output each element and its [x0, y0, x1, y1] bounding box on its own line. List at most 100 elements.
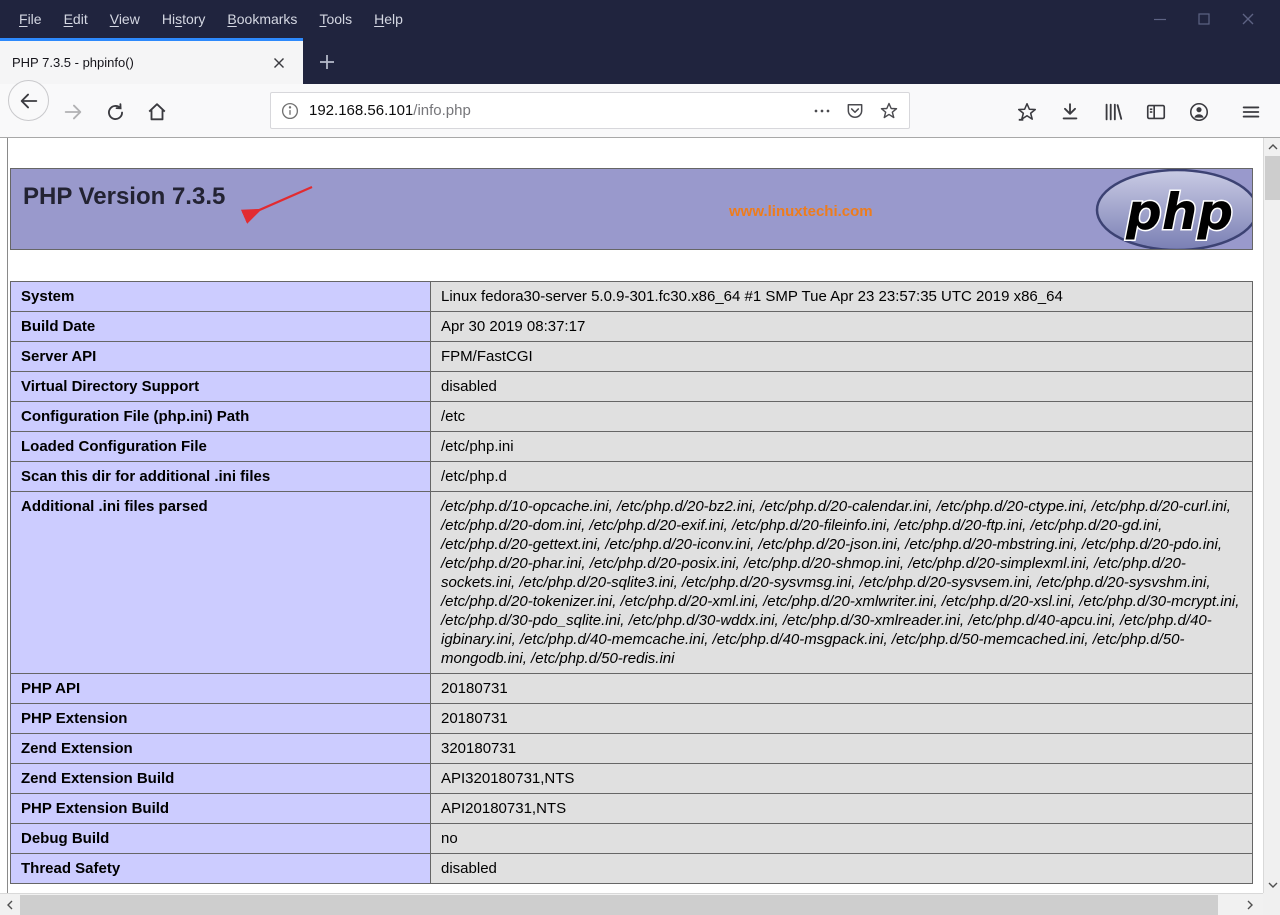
back-button[interactable]: [8, 80, 49, 121]
chevron-down-icon: [1268, 882, 1277, 888]
library-icon[interactable]: [1100, 99, 1126, 125]
info-value-cell: API320180731,NTS: [430, 763, 1253, 794]
new-tab-button[interactable]: [308, 46, 346, 78]
vertical-scrollbar-thumb[interactable]: [1265, 156, 1280, 200]
info-value-cell: disabled: [430, 371, 1253, 402]
reload-button[interactable]: [102, 99, 128, 125]
table-row: Zend Extension Build API320180731,NTS: [10, 763, 1253, 794]
bookmark-star-icon[interactable]: [879, 101, 899, 121]
watermark-text: www.linuxtechi.com: [729, 203, 873, 220]
info-value-cell: 20180731: [430, 673, 1253, 704]
php-info-table-body: System Linux fedora30-server 5.0.9-301.f…: [10, 281, 1253, 884]
table-row: PHP API 20180731: [10, 673, 1253, 704]
horizontal-scrollbar[interactable]: [0, 893, 1263, 915]
scrollbar-corner: [1263, 893, 1280, 915]
home-icon: [146, 101, 168, 123]
table-row: Scan this dir for additional .ini files …: [10, 461, 1253, 492]
info-value-cell: Apr 30 2019 08:37:17: [430, 311, 1253, 342]
tab-close-button[interactable]: [267, 51, 291, 75]
info-value-cell: /etc/php.d: [430, 461, 1253, 492]
scroll-left-button[interactable]: [0, 894, 20, 915]
chevron-left-icon: [7, 900, 13, 910]
minimize-icon: [1153, 12, 1167, 26]
scroll-up-button[interactable]: [1264, 138, 1280, 155]
info-label-cell: PHP Extension Build: [10, 793, 431, 824]
window-titlebar: File Edit View History Bookmarks Tools Help: [0, 0, 1280, 38]
info-label-cell: Zend Extension: [10, 733, 431, 764]
downloads-icon[interactable]: [1057, 99, 1083, 125]
info-label-cell: Additional .ini files parsed: [10, 491, 431, 674]
navigation-toolbar: 192.168.56.101/info.php: [0, 80, 1280, 138]
maximize-button[interactable]: [1182, 4, 1226, 34]
annotation-arrow: [240, 185, 313, 224]
info-value-cell: FPM/FastCGI: [430, 341, 1253, 372]
phpinfo-header-box: PHP Version 7.3.5 www.linuxtechi.com php: [10, 168, 1253, 250]
url-bar[interactable]: 192.168.56.101/info.php: [270, 92, 910, 129]
site-info-icon[interactable]: [281, 102, 299, 120]
menu-item-view[interactable]: View: [99, 0, 151, 38]
table-row: PHP Extension Build API20180731,NTS: [10, 793, 1253, 824]
php-logo: php: [1092, 169, 1252, 249]
info-value-cell: Linux fedora30-server 5.0.9-301.fc30.x86…: [430, 281, 1253, 312]
table-row: Loaded Configuration File /etc/php.ini: [10, 431, 1253, 462]
scroll-right-button[interactable]: [1240, 894, 1260, 915]
scroll-down-button[interactable]: [1264, 876, 1280, 893]
url-host: 192.168.56.101: [309, 102, 414, 119]
php-logo-text: php: [1125, 183, 1233, 241]
page-actions-icon[interactable]: [813, 102, 831, 120]
table-row: Server API FPM/FastCGI: [10, 341, 1253, 372]
menu-item-history[interactable]: History: [151, 0, 217, 38]
vertical-scrollbar[interactable]: [1263, 138, 1280, 893]
table-row: Build Date Apr 30 2019 08:37:17: [10, 311, 1253, 342]
bookmarks-star-badge-icon[interactable]: [1014, 99, 1040, 125]
minimize-button[interactable]: [1138, 4, 1182, 34]
table-row: Configuration File (php.ini) Path /etc: [10, 401, 1253, 432]
phpinfo-table: System Linux fedora30-server 5.0.9-301.f…: [10, 281, 1253, 884]
back-arrow-icon: [18, 90, 40, 112]
page-title: PHP Version 7.3.5: [23, 183, 226, 210]
info-value-cell: no: [430, 823, 1253, 854]
forward-arrow-icon: [62, 101, 84, 123]
close-icon: [274, 57, 284, 68]
reload-icon: [105, 102, 126, 123]
menu-item-file[interactable]: File: [8, 0, 53, 38]
hamburger-icon: [1240, 101, 1262, 123]
info-value-cell: disabled: [430, 853, 1253, 884]
info-label-cell: Server API: [10, 341, 431, 372]
info-label-cell: Loaded Configuration File: [10, 431, 431, 462]
info-label-cell: Build Date: [10, 311, 431, 342]
table-row: System Linux fedora30-server 5.0.9-301.f…: [10, 281, 1253, 312]
menu-button[interactable]: [1238, 99, 1264, 125]
menu-item-tools[interactable]: Tools: [308, 0, 363, 38]
info-value-cell: /etc/php.d/10-opcache.ini, /etc/php.d/20…: [430, 491, 1253, 674]
table-row: Debug Build no: [10, 823, 1253, 854]
info-label-cell: PHP Extension: [10, 703, 431, 734]
tab-phpinfo[interactable]: PHP 7.3.5 - phpinfo(): [0, 38, 303, 84]
tab-bar: PHP 7.3.5 - phpinfo(): [0, 38, 1280, 84]
info-value-cell: 20180731: [430, 703, 1253, 734]
forward-button[interactable]: [60, 99, 86, 125]
table-row: Virtual Directory Support disabled: [10, 371, 1253, 402]
window-controls: [1138, 0, 1270, 38]
menu-item-help[interactable]: Help: [363, 0, 414, 38]
close-icon: [1241, 12, 1255, 26]
close-button[interactable]: [1226, 4, 1270, 34]
sidebars-icon[interactable]: [1143, 99, 1169, 125]
pocket-icon[interactable]: [845, 101, 865, 121]
info-label-cell: System: [10, 281, 431, 312]
info-label-cell: Zend Extension Build: [10, 763, 431, 794]
table-row: Zend Extension 320180731: [10, 733, 1253, 764]
account-icon[interactable]: [1186, 99, 1212, 125]
info-label-cell: Thread Safety: [10, 853, 431, 884]
menu-item-bookmarks[interactable]: Bookmarks: [216, 0, 308, 38]
menu-item-edit[interactable]: Edit: [53, 0, 99, 38]
menu-bar: File Edit View History Bookmarks Tools Help: [8, 0, 414, 38]
horizontal-scrollbar-thumb[interactable]: [20, 895, 1218, 915]
chevron-right-icon: [1247, 900, 1253, 910]
info-label-cell: Scan this dir for additional .ini files: [10, 461, 431, 492]
maximize-icon: [1197, 12, 1211, 26]
table-row: Additional .ini files parsed /etc/php.d/…: [10, 491, 1253, 674]
home-button[interactable]: [144, 99, 170, 125]
toolbar-right-icons: [1014, 99, 1229, 125]
info-label-cell: Debug Build: [10, 823, 431, 854]
